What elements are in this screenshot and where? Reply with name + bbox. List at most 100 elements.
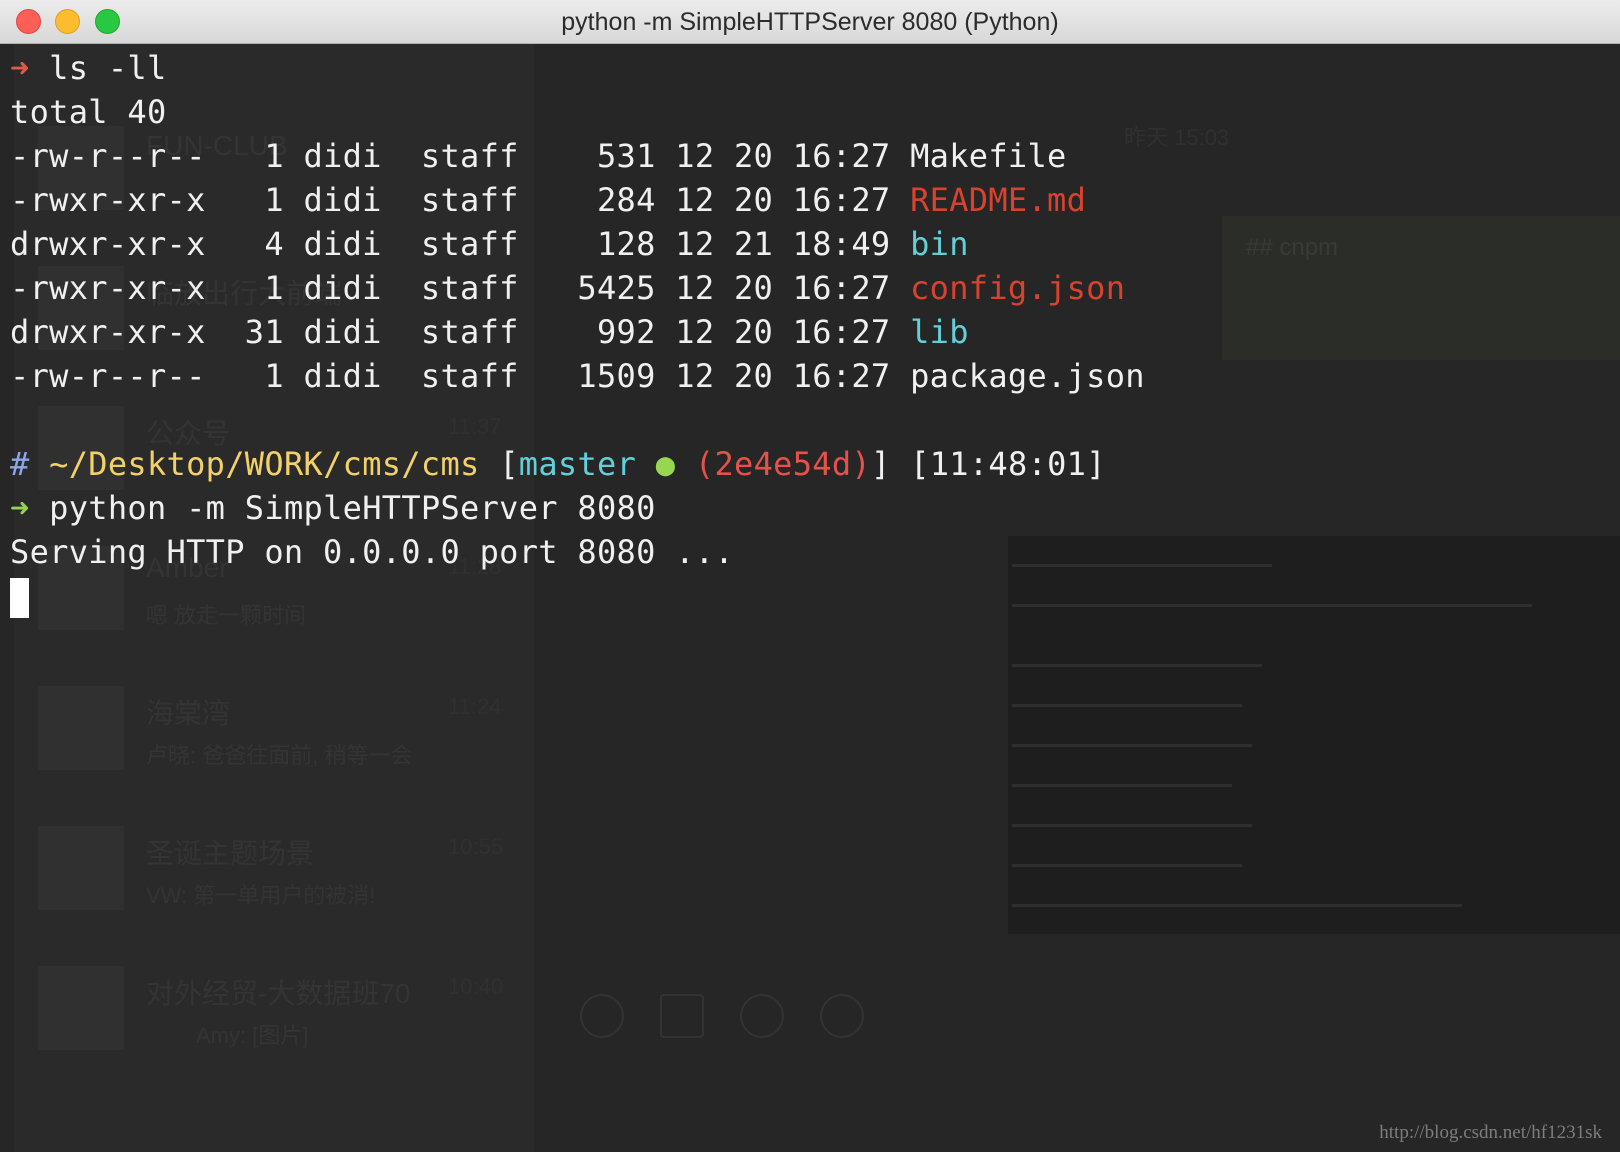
file-links: 31 <box>205 313 284 351</box>
file-name: Makefile <box>910 137 1067 175</box>
prompt-hash: # <box>10 445 30 483</box>
file-row: -rw-r--r-- 1 didi staff 1509 12 20 16:27… <box>10 354 1610 398</box>
file-name: bin <box>910 225 969 263</box>
file-group: staff <box>381 137 519 175</box>
file-time: 16:27 <box>773 137 891 175</box>
text-cursor <box>10 578 29 618</box>
file-perms: drwxr-xr-x <box>10 313 206 351</box>
file-links: 1 <box>205 357 284 395</box>
command-text: python -m SimpleHTTPServer 8080 <box>49 489 656 527</box>
file-name: package.json <box>910 357 1145 395</box>
file-name: lib <box>910 313 969 351</box>
watermark: http://blog.csdn.net/hf1231sk <box>1379 1122 1602 1143</box>
terminal-window: FUN-CLUB 昨天 15:03 临放出行大前端 公众号 11:37 Ambe… <box>0 0 1620 1152</box>
file-row: -rwxr-xr-x 1 didi staff 5425 12 20 16:27… <box>10 266 1610 310</box>
file-group: staff <box>381 313 519 351</box>
file-size: 5425 <box>518 269 656 307</box>
command-line: ➜ ls -ll <box>10 46 1610 90</box>
file-perms: -rwxr-xr-x <box>10 269 206 307</box>
file-size: 128 <box>518 225 656 263</box>
ghost-avatar <box>38 826 124 910</box>
terminal-output[interactable]: ➜ ls -ll total 40 -rw-r--r-- 1 didi staf… <box>10 46 1610 618</box>
file-group: staff <box>381 225 519 263</box>
file-links: 1 <box>205 181 284 219</box>
file-row: drwxr-xr-x 4 didi staff 128 12 21 18:49 … <box>10 222 1610 266</box>
ghost-chat-name: 海棠湾 <box>146 698 231 729</box>
file-day: 21 <box>714 225 774 263</box>
file-time: 18:49 <box>773 225 891 263</box>
ghost-line <box>1012 824 1252 827</box>
file-owner: didi <box>283 269 382 307</box>
window-title: python -m SimpleHTTPServer 8080 (Python) <box>561 8 1059 36</box>
file-size: 284 <box>518 181 656 219</box>
file-time: 16:27 <box>773 181 891 219</box>
prompt-arrow-icon: ➜ <box>10 489 30 527</box>
file-time: 16:27 <box>773 357 891 395</box>
prompt-arrow-icon: ➜ <box>10 49 30 87</box>
file-month: 12 <box>655 269 715 307</box>
prompt-clock: [11:48:01] <box>910 445 1106 483</box>
file-time: 16:27 <box>773 313 891 351</box>
file-group: staff <box>381 269 519 307</box>
total-line: total 40 <box>10 93 167 131</box>
command-line: ➜ python -m SimpleHTTPServer 8080 <box>10 486 1610 530</box>
server-output: Serving HTTP on 0.0.0.0 port 8080 ... <box>10 533 734 571</box>
file-list: -rw-r--r-- 1 didi staff 531 12 20 16:27 … <box>10 134 1610 398</box>
file-month: 12 <box>655 137 715 175</box>
file-row: -rwxr-xr-x 1 didi staff 284 12 20 16:27 … <box>10 178 1610 222</box>
file-size: 992 <box>518 313 656 351</box>
file-time: 16:27 <box>773 269 891 307</box>
ghost-line <box>1012 664 1262 667</box>
file-month: 12 <box>655 181 715 219</box>
ghost-chat-time: 11:24 <box>448 694 502 719</box>
file-month: 12 <box>655 357 715 395</box>
file-perms: -rw-r--r-- <box>10 357 206 395</box>
ghost-chat-name: 圣诞主题场景 <box>146 838 315 869</box>
file-links: 4 <box>205 225 284 263</box>
ghost-emoji-icon <box>580 994 624 1038</box>
file-day: 20 <box>714 357 774 395</box>
prompt-line: # ~/Desktop/WORK/cms/cms [master ● (2e4e… <box>10 442 1610 486</box>
ghost-folder-icon <box>660 994 704 1038</box>
file-month: 12 <box>655 225 715 263</box>
file-row: drwxr-xr-x 31 didi staff 992 12 20 16:27… <box>10 310 1610 354</box>
file-perms: drwxr-xr-x <box>10 225 206 263</box>
file-owner: didi <box>283 313 382 351</box>
file-row: -rw-r--r-- 1 didi staff 531 12 20 16:27 … <box>10 134 1610 178</box>
file-owner: didi <box>283 225 382 263</box>
file-name: config.json <box>910 269 1126 307</box>
file-links: 1 <box>205 269 284 307</box>
file-links: 1 <box>205 137 284 175</box>
ghost-line <box>1012 864 1242 867</box>
branch-open: [ <box>499 445 519 483</box>
title-bar: python -m SimpleHTTPServer 8080 (Python) <box>0 0 1620 44</box>
ghost-chat-preview: 卢晓: 爸爸往面前, 稍等一会 <box>146 743 413 768</box>
file-day: 20 <box>714 269 774 307</box>
file-owner: didi <box>283 357 382 395</box>
ghost-chat-preview: VW: 第一单用户的被消! <box>146 883 376 908</box>
ghost-avatar <box>38 686 124 770</box>
ghost-chat-time: 10:40 <box>448 974 504 999</box>
file-day: 20 <box>714 181 774 219</box>
file-day: 20 <box>714 137 774 175</box>
dirty-dot-icon: ● <box>655 445 676 483</box>
file-day: 20 <box>714 313 774 351</box>
prompt-path: ~/Desktop/WORK/cms/cms <box>49 445 480 483</box>
file-group: staff <box>381 181 519 219</box>
file-owner: didi <box>283 181 382 219</box>
file-owner: didi <box>283 137 382 175</box>
ghost-scissors-icon <box>740 994 784 1038</box>
command-text: ls -ll <box>49 49 167 87</box>
ghost-chat-name: 对外经贸-大数据班70 <box>146 978 411 1009</box>
ghost-chat-preview: Amy: [图片] <box>196 1023 309 1048</box>
git-branch: master <box>518 445 637 483</box>
file-name: README.md <box>910 181 1087 219</box>
ghost-line <box>1012 904 1462 907</box>
git-commit: (2e4e54d) <box>694 445 871 483</box>
file-size: 1509 <box>518 357 656 395</box>
ghost-chat-bubble-icon <box>820 994 864 1038</box>
file-month: 12 <box>655 313 715 351</box>
branch-close: ] <box>871 445 891 483</box>
ghost-avatar <box>38 966 124 1050</box>
